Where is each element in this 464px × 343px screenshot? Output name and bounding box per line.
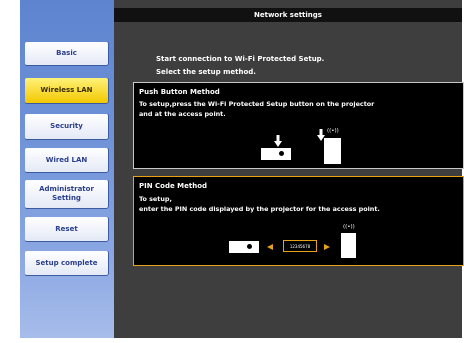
sidebar-item-wireless-lan[interactable]: Wireless LAN <box>25 78 108 103</box>
sidebar-item-label: Security <box>50 122 83 130</box>
push-button-method-desc-1: To setup,press the Wi-Fi Protected Setup… <box>139 100 375 108</box>
projector-icon <box>229 241 259 253</box>
screen: Basic Wireless LAN Security Wired LAN Ad… <box>0 0 464 343</box>
down-arrow-icon <box>274 135 282 147</box>
page-title: Network settings <box>254 11 322 19</box>
push-button-method-option[interactable]: Push Button Method To setup,press the Wi… <box>133 82 464 169</box>
pin-code-method-desc-1: To setup, <box>139 195 172 203</box>
access-point-icon <box>341 233 356 258</box>
sidebar-item-basic[interactable]: Basic <box>25 42 108 65</box>
pin-code-method-desc-2: enter the PIN code displayed by the proj… <box>139 205 380 213</box>
sidebar-item-label: Wired LAN <box>45 155 88 164</box>
title-bar: Network settings <box>114 8 462 22</box>
sidebar-item-reset[interactable]: Reset <box>25 217 108 241</box>
intro-line-1: Start connection to Wi-Fi Protected Setu… <box>156 55 325 63</box>
access-point-wave-label: ((•)) <box>327 128 339 134</box>
sidebar: Basic Wireless LAN Security Wired LAN Ad… <box>20 0 114 338</box>
projector-icon <box>261 148 291 160</box>
access-point-wave-label: ((•)) <box>343 224 355 230</box>
pin-code-method-option[interactable]: PIN Code Method To setup, enter the PIN … <box>133 176 464 266</box>
access-point-icon <box>324 138 341 164</box>
right-arrow-icon <box>324 244 330 250</box>
sidebar-item-label: Wireless LAN <box>40 86 93 94</box>
pin-code-display: 12345678 <box>283 240 317 252</box>
sidebar-item-setup-complete[interactable]: Setup complete <box>25 251 108 275</box>
sidebar-item-label: Basic <box>56 49 77 57</box>
push-button-method-title: Push Button Method <box>139 88 220 96</box>
sidebar-item-label: Setup complete <box>35 258 98 267</box>
pin-code-method-title: PIN Code Method <box>139 182 208 190</box>
sidebar-item-administrator-setting[interactable]: Administrator Setting <box>25 180 108 208</box>
sidebar-item-label: Administrator Setting <box>39 185 94 202</box>
intro-line-2: Select the setup method. <box>156 68 256 76</box>
sidebar-item-wired-lan[interactable]: Wired LAN <box>25 148 108 172</box>
sidebar-item-security[interactable]: Security <box>25 114 108 139</box>
main-panel: Network settings Start connection to Wi-… <box>114 0 464 338</box>
push-button-method-desc-2: and at the access point. <box>139 110 226 118</box>
left-arrow-icon <box>267 244 273 250</box>
sidebar-item-label: Reset <box>55 224 78 233</box>
